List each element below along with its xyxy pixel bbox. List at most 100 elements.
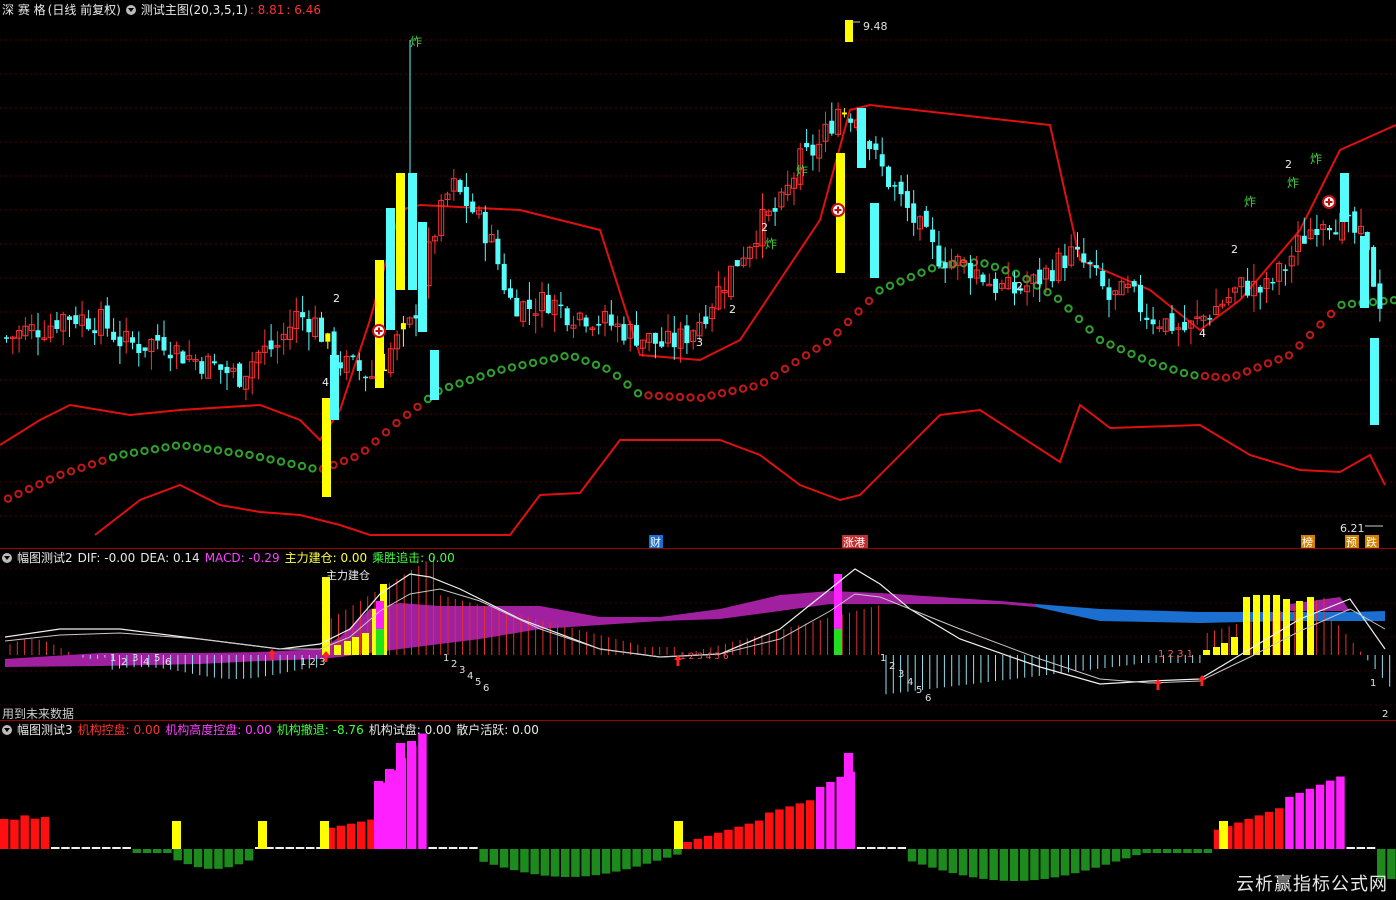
candle-body-down xyxy=(67,316,72,320)
institution-bar xyxy=(856,847,866,849)
candle-body-down xyxy=(967,262,973,279)
ma-dot-green xyxy=(602,364,611,373)
ma-dot-green xyxy=(539,356,548,365)
indicator-value-2: : 6.46 xyxy=(286,3,321,17)
inst-title[interactable]: 幅图测试3 xyxy=(17,723,73,737)
candle-body-down xyxy=(772,208,778,212)
candle-body-down xyxy=(942,262,948,269)
candle-body-down xyxy=(54,320,60,329)
low-price-label: 6.21 xyxy=(1340,522,1365,535)
ma-dot-red xyxy=(87,460,97,469)
ma-dot-red xyxy=(686,393,695,402)
institution-bar xyxy=(581,849,590,877)
institution-bar xyxy=(724,829,733,849)
main-build-annotation: 主力建仓 xyxy=(326,568,370,582)
candle-body-down xyxy=(1301,235,1307,244)
ma-dot-green xyxy=(1368,297,1378,307)
institution-bar xyxy=(663,849,672,858)
institution-bar xyxy=(826,781,835,849)
institution-bar xyxy=(1132,849,1141,856)
institution-bar xyxy=(91,847,101,849)
sequence-number: 6 xyxy=(483,683,489,694)
ma-dot-green xyxy=(119,450,128,459)
candle-body-down xyxy=(218,364,224,370)
main-build-value: 主力建仓: 0.00 xyxy=(284,551,368,565)
institution-chart[interactable] xyxy=(0,721,1396,900)
main-chart-pane[interactable]: 深 赛 格 (日线 前复权) 测试主图(20,3,5,1): 8.81: 6.46 … xyxy=(0,0,1396,548)
candle-body-signal xyxy=(841,112,847,115)
institution-bar xyxy=(448,847,458,849)
institution-bar xyxy=(887,847,896,849)
candle-body-down xyxy=(1093,265,1099,268)
candle-body-signal xyxy=(1360,236,1369,308)
ma-dot-red xyxy=(3,494,13,503)
candle-body-down xyxy=(734,260,740,267)
ma-dot-red xyxy=(707,391,716,400)
main-build-bar xyxy=(1221,643,1228,655)
institution-bar xyxy=(396,743,405,849)
ma-dot-green xyxy=(528,358,538,368)
main-build-bar xyxy=(1296,601,1303,655)
main-build-bar xyxy=(334,645,341,655)
candle-body-signal xyxy=(325,333,331,342)
institution-pane[interactable]: 幅图测试3 机构控盘: 0.00 机构高度控盘: 0.00 机构撤退: -8.76 机构… xyxy=(0,721,1396,900)
boom-label: 炸 xyxy=(796,164,808,178)
institution-bar xyxy=(374,781,383,849)
candle-body-down xyxy=(898,181,904,195)
sequence-number: 6 xyxy=(925,693,931,704)
ma-dot-green xyxy=(182,441,191,451)
jump-number: 3 xyxy=(696,336,703,349)
candle-body-down xyxy=(199,361,205,374)
retail-value: 散户活跃: 0.00 xyxy=(456,723,539,737)
macd-options-icon[interactable] xyxy=(2,553,12,563)
candle-body-down xyxy=(867,141,873,150)
jump-number: 2 xyxy=(729,303,736,316)
ma-dot-green xyxy=(591,360,601,369)
ma-dot-red xyxy=(24,484,34,494)
ma-dot-green xyxy=(560,352,569,361)
candle-body-down xyxy=(237,363,243,387)
candle-body-down xyxy=(1062,255,1068,269)
ma-dot-red xyxy=(1211,372,1220,382)
main-build-bar xyxy=(362,633,369,655)
institution-bar xyxy=(1071,849,1080,874)
candle-body-down xyxy=(873,143,879,150)
institution-bar xyxy=(897,847,907,849)
institution-bar xyxy=(836,776,845,849)
ma-dot-green xyxy=(1064,304,1073,313)
institution-bar xyxy=(969,849,978,878)
ma-dot-red xyxy=(822,337,832,347)
indicator-options-icon[interactable] xyxy=(125,5,136,15)
macd-pane[interactable]: 幅图测试2 DIF: -0.00 DEA: 0.14 MACD: -0.29 主力建仓:… xyxy=(0,549,1396,721)
main-build-bar xyxy=(1213,647,1220,655)
ma-dot-green xyxy=(308,464,317,473)
ma-dot-red xyxy=(1242,367,1252,376)
candle-body-down xyxy=(356,360,362,371)
candlestick-chart[interactable]: 炸炸炸炸炸炸4232224229.486.21财 涨港榜预跌 xyxy=(0,0,1396,548)
boom-label: 炸 xyxy=(1244,195,1256,209)
boom-label: 炸 xyxy=(410,35,422,49)
institution-bar xyxy=(1152,849,1162,853)
candle-body-down xyxy=(886,166,891,188)
candle-body-down xyxy=(558,304,564,307)
inst-options-icon[interactable] xyxy=(2,725,12,735)
institution-bar xyxy=(652,849,662,861)
candle-body-down xyxy=(142,347,148,351)
sequence-number: 1 xyxy=(880,653,886,664)
indicator-name[interactable]: 测试主图(20,3,5,1) xyxy=(141,3,248,17)
macd-title[interactable]: 幅图测试2 xyxy=(17,551,73,565)
macd-chart[interactable]: 主力建仓1 2 3 4 5 6 1234561234561 2 31 2 3 1121 2 … xyxy=(0,549,1396,719)
candle-body-down xyxy=(85,318,91,330)
event-badge-label: 财 xyxy=(650,535,661,548)
institution-bar xyxy=(714,832,723,849)
candle-body-down xyxy=(1087,262,1093,264)
jump-number: 2 xyxy=(1231,243,1238,256)
institution-bar xyxy=(703,835,713,849)
ma-dot-red xyxy=(1316,320,1325,329)
institution-bar xyxy=(520,849,529,873)
institution-bar xyxy=(510,849,519,871)
candle-body-signal xyxy=(870,203,879,278)
institution-bar xyxy=(112,847,121,849)
institution-bar xyxy=(1122,849,1131,859)
institution-bar xyxy=(1020,849,1029,881)
